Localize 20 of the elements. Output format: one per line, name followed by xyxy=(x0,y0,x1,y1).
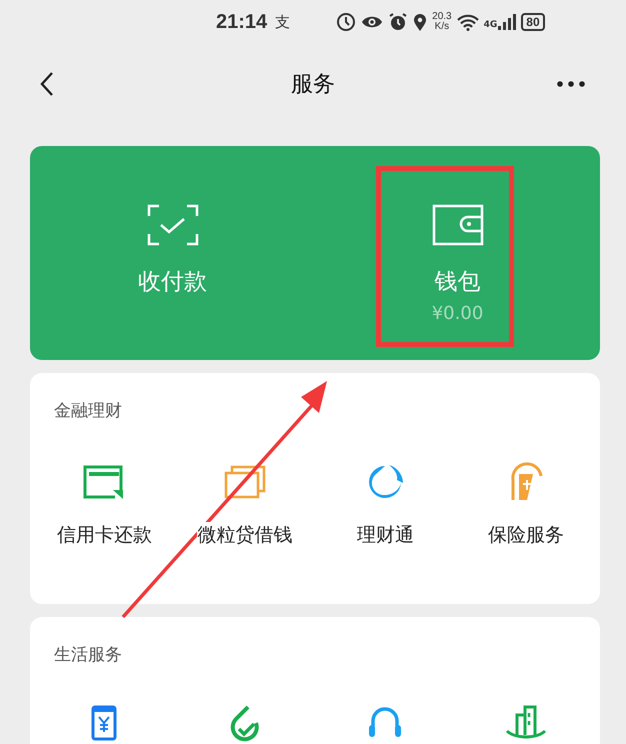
wifi-icon xyxy=(456,14,479,30)
network-type: 4G xyxy=(484,20,498,30)
alarm-icon xyxy=(388,12,408,32)
net-speed: 20.3 xyxy=(432,12,452,22)
more-icon[interactable] xyxy=(557,81,585,87)
page-title: 服务 xyxy=(291,71,335,99)
battery-indicator: 80 xyxy=(521,13,545,31)
scan-check-icon[interactable] xyxy=(146,204,198,246)
section-title: 金融理财 xyxy=(54,400,123,422)
wallet-balance: ¥0.00 xyxy=(432,303,484,324)
section-title: 生活服务 xyxy=(54,644,123,666)
signal-icon xyxy=(498,14,516,30)
status-time: 21:14 xyxy=(216,10,268,34)
clock-icon xyxy=(336,12,356,32)
eye-icon xyxy=(361,14,384,30)
net-speed-unit: K/s xyxy=(434,22,450,32)
location-icon xyxy=(413,12,428,32)
wallet-icon[interactable] xyxy=(432,204,484,246)
notification-glyph: 支 xyxy=(275,12,290,32)
back-icon[interactable] xyxy=(40,71,54,97)
